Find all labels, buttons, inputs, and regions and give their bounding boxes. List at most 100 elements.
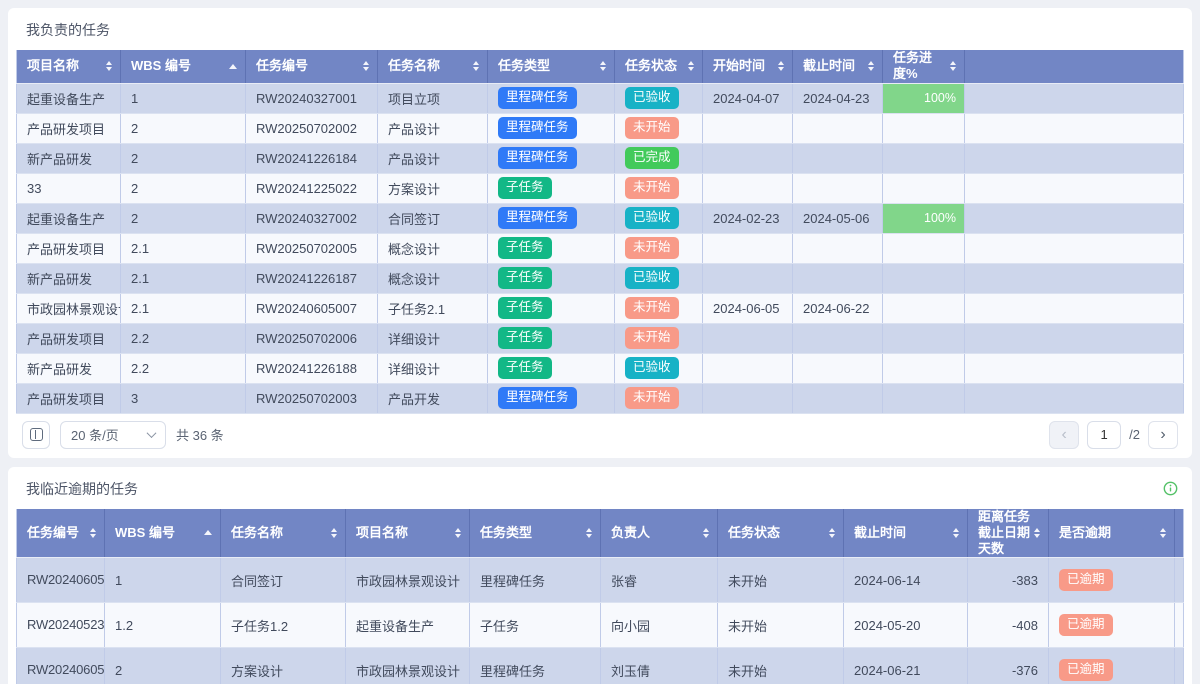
sort-carets-icon[interactable]: [703, 527, 709, 538]
column-header[interactable]: 任务编号: [16, 508, 105, 559]
column-header[interactable]: 任务状态: [717, 508, 844, 559]
column-header[interactable]: 任务名称: [220, 508, 346, 559]
sort-carets-icon[interactable]: [688, 61, 694, 72]
sort-carets-icon[interactable]: [586, 527, 592, 538]
sort-carets-icon[interactable]: [1160, 527, 1166, 538]
column-header[interactable]: 距离任务截止日期天数: [967, 508, 1049, 559]
caret-down-icon: [331, 533, 337, 538]
table-row[interactable]: 产品研发项目 2 RW20250702002 产品设计 里程碑任务 未开始: [16, 113, 1184, 144]
cell-task-name: 产品开发: [377, 383, 488, 414]
prev-page-button[interactable]: ‹: [1049, 420, 1080, 449]
page-size-select[interactable]: 20 条/页: [60, 420, 166, 449]
table-row[interactable]: RW202405230011.2子任务1.2起重设备生产子任务向小园未开始202…: [16, 602, 1184, 649]
sort-carets-icon[interactable]: [950, 61, 956, 72]
column-header[interactable]: 开始时间: [702, 50, 793, 84]
overdue-tasks-title: 我临近逾期的任务: [26, 480, 138, 497]
sort-carets-icon[interactable]: [600, 61, 606, 72]
cell-wbs-number: 2: [104, 647, 221, 684]
column-header[interactable]: 任务类型: [469, 508, 601, 559]
columns-icon: [29, 428, 43, 441]
cell-task-type: 子任务: [487, 323, 615, 354]
cell-project-name: 33: [16, 173, 121, 204]
column-header-inner: 任务进度%: [893, 50, 956, 83]
cell-task-number: RW20240327001: [245, 83, 378, 114]
table-row[interactable]: 新产品研发 2 RW20241226184 产品设计 里程碑任务 已完成: [16, 143, 1184, 174]
column-header-inner: 是否逾期: [1059, 525, 1166, 541]
sort-carets-icon[interactable]: [1034, 527, 1040, 538]
table-row[interactable]: 新产品研发 2.1 RW20241226187 概念设计 子任务 已验收: [16, 263, 1184, 294]
column-header[interactable]: 负责人: [600, 508, 718, 559]
sort-asc-icon[interactable]: [229, 63, 237, 69]
my-tasks-card: 我负责的任务 项目名称 WBS 编号 任务编号 任务名称 任务类型 任务状态 开始时间 截止时…: [8, 8, 1192, 458]
circle-info-icon[interactable]: [1163, 481, 1178, 496]
cell-project-name: 起重设备生产: [345, 602, 470, 649]
table-row[interactable]: 33 2 RW20241225022 方案设计 子任务 未开始: [16, 173, 1184, 204]
caret-up-icon: [950, 61, 956, 66]
sort-carets-icon[interactable]: [473, 61, 479, 72]
table-row[interactable]: 产品研发项目 2.2 RW20250702006 详细设计 子任务 未开始: [16, 323, 1184, 354]
sort-carets-icon[interactable]: [331, 527, 337, 538]
sort-carets-icon[interactable]: [953, 527, 959, 538]
table-row[interactable]: 产品研发项目 3 RW20250702003 产品开发 里程碑任务 未开始: [16, 383, 1184, 414]
cell-project-name: 起重设备生产: [16, 83, 121, 114]
task-type-badge: 里程碑任务: [498, 87, 577, 109]
column-settings-button[interactable]: [22, 420, 50, 449]
cell-task-type: 子任务: [487, 173, 615, 204]
cell-filler: [1174, 647, 1184, 684]
column-header[interactable]: WBS 编号: [120, 50, 246, 84]
cell-task-name: 方案设计: [377, 173, 488, 204]
column-header[interactable]: WBS 编号: [104, 508, 221, 559]
table-row[interactable]: 产品研发项目 2.1 RW20250702005 概念设计 子任务 未开始: [16, 233, 1184, 264]
column-header[interactable]: 任务类型: [487, 50, 615, 84]
table-row[interactable]: 起重设备生产 2 RW20240327002 合同签订 里程碑任务 已验收 2024-02-…: [16, 203, 1184, 234]
cell-start-date: [702, 263, 793, 294]
column-header-inner: 任务编号: [256, 58, 369, 74]
table-row[interactable]: RW202406050022方案设计市政园林景观设计里程碑任务刘玉倩未开始202…: [16, 647, 1184, 684]
column-header-inner: 负责人: [611, 525, 709, 541]
table-row[interactable]: 市政园林景观设计2.1RW20240605007子任务2.1 子任务 未开始 2024…: [16, 293, 1184, 324]
task-status-badge: 已验收: [625, 267, 679, 289]
sort-carets-icon[interactable]: [106, 61, 112, 72]
column-header[interactable]: 任务进度%: [882, 50, 965, 84]
sort-carets-icon[interactable]: [829, 527, 835, 538]
sort-carets-icon[interactable]: [455, 527, 461, 538]
cell-start-date: 2024-02-23: [702, 203, 793, 234]
caret-down-icon: [1034, 533, 1040, 538]
cell-owner: 张睿: [600, 557, 718, 604]
task-status-badge: 未开始: [625, 327, 679, 349]
next-page-button[interactable]: ›: [1148, 420, 1178, 449]
current-page-input[interactable]: [1087, 420, 1122, 449]
column-header[interactable]: 任务编号: [245, 50, 378, 84]
cell-task-status: 已验收: [614, 263, 703, 294]
cell-end-date: [792, 353, 883, 384]
caret-down-icon: [455, 533, 461, 538]
overdue-badge: 已逾期: [1059, 569, 1113, 592]
sort-carets-icon[interactable]: [363, 61, 369, 72]
page-size-value: 20 条/页: [71, 428, 119, 443]
cell-filler: [964, 293, 1184, 324]
column-header[interactable]: 项目名称: [345, 508, 470, 559]
overdue-tasks-table: 任务编号 WBS 编号 任务名称 项目名称 任务类型 负责人 任务状态 截止时间 距离任务截止日…: [16, 508, 1184, 684]
caret-down-icon: [106, 67, 112, 72]
table-row[interactable]: 新产品研发 2.2 RW20241226188 详细设计 子任务 已验收: [16, 353, 1184, 384]
cell-filler: [964, 353, 1184, 384]
caret-up-icon: [703, 527, 709, 532]
sort-carets-icon[interactable]: [778, 61, 784, 72]
cell-wbs-number: 1: [104, 557, 221, 604]
cell-owner: 刘玉倩: [600, 647, 718, 684]
column-header[interactable]: 截止时间: [843, 508, 968, 559]
cell-progress: [882, 293, 965, 324]
column-header[interactable]: 任务状态: [614, 50, 703, 84]
column-header[interactable]: 截止时间: [792, 50, 883, 84]
sort-carets-icon[interactable]: [868, 61, 874, 72]
sort-asc-icon[interactable]: [204, 530, 212, 536]
column-header[interactable]: 项目名称: [16, 50, 121, 84]
table-row[interactable]: 起重设备生产 1 RW20240327001 项目立项 里程碑任务 已验收 2024-04-…: [16, 83, 1184, 114]
table-row[interactable]: RW202406050011合同签订市政园林景观设计里程碑任务张睿未开始2024…: [16, 557, 1184, 604]
overdue-tasks-card: 我临近逾期的任务 任务编号 WBS 编号 任务名称 项目名称 任务类型 负责人 任务状态 截止…: [8, 466, 1192, 684]
column-header[interactable]: 任务名称: [377, 50, 488, 84]
sort-carets-icon[interactable]: [90, 527, 96, 538]
cell-task-number: RW20240605007: [245, 293, 378, 324]
cell-overdue: 已逾期: [1048, 602, 1175, 649]
column-header[interactable]: 是否逾期: [1048, 508, 1175, 559]
